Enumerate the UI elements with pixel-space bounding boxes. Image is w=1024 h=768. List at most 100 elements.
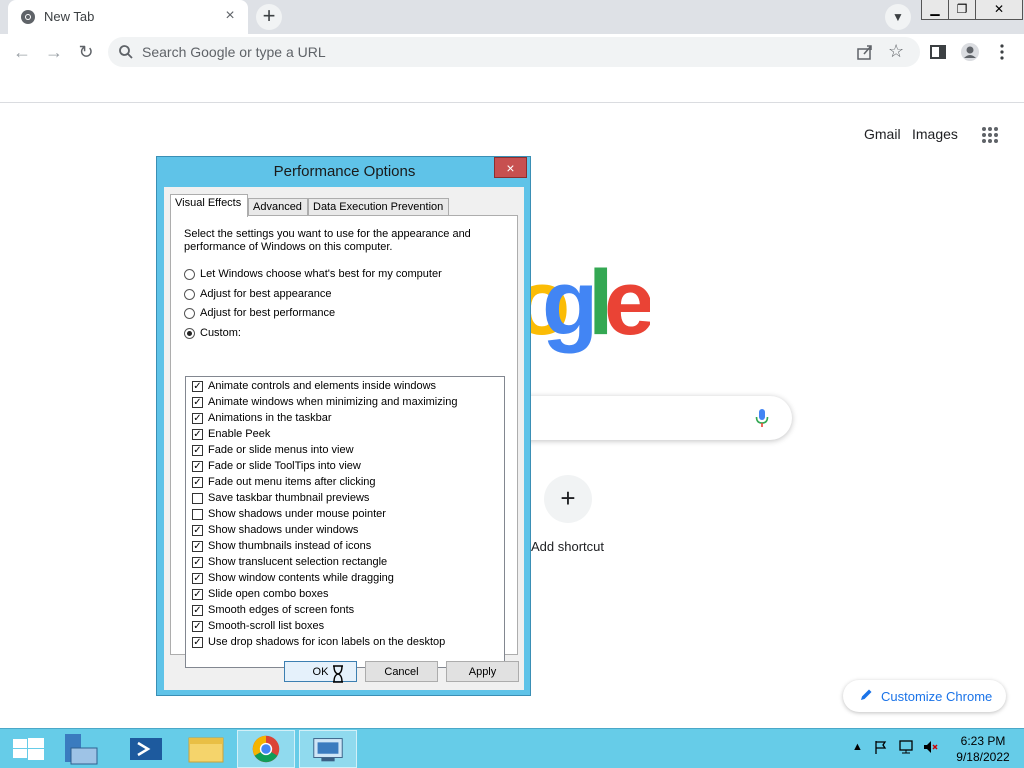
tab-close-icon[interactable]: ×: [220, 6, 240, 26]
search-icon: [119, 45, 133, 59]
add-shortcut-label: Add shortcut: [531, 539, 604, 554]
effect-label: Show thumbnails instead of icons: [208, 540, 372, 552]
effect-label: Enable Peek: [208, 428, 271, 440]
checkbox[interactable]: ✓: [192, 557, 203, 568]
apply-button[interactable]: Apply: [446, 661, 519, 682]
dialog-body: Visual Effects Advanced Data Execution P…: [164, 187, 524, 690]
clock-time: 6:23 PM: [960, 734, 1006, 748]
checkbox[interactable]: ✓: [192, 605, 203, 616]
checkbox[interactable]: ✓: [192, 413, 203, 424]
bookmark-bar: [0, 70, 1024, 103]
taskbar-clock[interactable]: 6:23 PM 9/18/2022: [948, 733, 1018, 765]
add-shortcut-button[interactable]: +: [544, 475, 592, 523]
performance-options-dialog: Performance Options × Visual Effects Adv…: [156, 156, 531, 696]
checkbox[interactable]: ✓: [192, 525, 203, 536]
microphone-icon[interactable]: [755, 408, 769, 428]
visual-effects-list[interactable]: ✓ Animate controls and elements inside wi…: [185, 376, 505, 668]
effect-label: Animations in the taskbar: [208, 412, 332, 424]
effect-label: Fade out menu items after clicking: [208, 476, 376, 488]
cancel-button[interactable]: Cancel: [365, 661, 438, 682]
radio-dot[interactable]: [184, 289, 195, 300]
settings-description: Select the settings you want to use for …: [184, 228, 471, 253]
checkbox[interactable]: ✓: [192, 589, 203, 600]
omnibox-placeholder: Search Google or type a URL: [142, 44, 326, 60]
visual-effects-panel: Select the settings you want to use for …: [170, 215, 518, 668]
images-link[interactable]: Images: [912, 126, 958, 142]
effect-label: Smooth edges of screen fonts: [208, 604, 355, 616]
checkbox[interactable]: ✓: [192, 541, 203, 552]
tab-search-chevron-icon[interactable]: ▼: [885, 4, 911, 30]
effect-label: Smooth-scroll list boxes: [208, 620, 325, 632]
pencil-icon: [861, 689, 872, 700]
browser-toolbar: ← → ↻ Search Google or type a URL ☆: [0, 34, 1024, 70]
new-tab-button[interactable]: +: [256, 4, 282, 30]
share-icon[interactable]: [856, 43, 874, 61]
checkbox[interactable]: ✓: [192, 573, 203, 584]
tab-new-tab[interactable]: New Tab ×: [8, 0, 248, 34]
effect-label: Fade or slide ToolTips into view: [208, 460, 361, 472]
tab-title: New Tab: [44, 9, 95, 24]
tab-visual-effects[interactable]: Visual Effects: [170, 194, 248, 217]
windows-start-icon[interactable]: [0, 730, 58, 768]
windows-taskbar: ▲ 6:23 PM 9/18/2022: [0, 728, 1024, 768]
server-manager-icon[interactable]: [55, 730, 113, 768]
volume-muted-icon[interactable]: [922, 739, 938, 755]
gmail-link[interactable]: Gmail: [864, 126, 901, 142]
checkbox[interactable]: ✓: [192, 637, 203, 648]
network-icon[interactable]: [898, 739, 914, 755]
radio-dot[interactable]: [184, 308, 195, 319]
checkbox[interactable]: ✓: [192, 429, 203, 440]
checkbox[interactable]: [192, 493, 203, 504]
checkbox[interactable]: ✓: [192, 621, 203, 632]
checkbox[interactable]: [192, 509, 203, 520]
effect-label: Show window contents while dragging: [208, 572, 394, 584]
minimize-button[interactable]: ▁: [921, 0, 949, 20]
ok-button[interactable]: OK: [284, 661, 357, 682]
svg-text:g: g: [542, 262, 593, 354]
customize-chrome-label: Customize Chrome: [881, 689, 993, 704]
forward-arrow-icon[interactable]: →: [40, 38, 68, 66]
show-hidden-icons-icon[interactable]: ▲: [852, 741, 863, 753]
tab-data-execution-prevention[interactable]: Data Execution Prevention: [308, 198, 449, 216]
window-close-button[interactable]: ✕: [975, 0, 1023, 20]
effect-label: Animate windows when minimizing and maxi…: [208, 396, 458, 408]
customize-chrome-button[interactable]: Customize Chrome: [843, 680, 1006, 712]
effect-label: Animate controls and elements inside win…: [208, 380, 437, 392]
busy-cursor-icon: [333, 665, 343, 683]
omnibox[interactable]: Search Google or type a URL ☆: [108, 37, 920, 67]
action-center-flag-icon[interactable]: [873, 739, 889, 755]
radio-dot[interactable]: [184, 328, 195, 339]
apps-grid-icon[interactable]: [981, 126, 999, 144]
checkbox[interactable]: ✓: [192, 445, 203, 456]
menu-kebab-icon[interactable]: [992, 42, 1012, 62]
clock-date: 9/18/2022: [956, 750, 1010, 764]
browser-titlebar: New Tab × + ▼ ▁ ❐ ✕: [0, 0, 1024, 34]
effect-label: Save taskbar thumbnail previews: [208, 492, 370, 504]
profile-avatar-icon[interactable]: [960, 42, 980, 62]
restore-button[interactable]: ❐: [948, 0, 976, 20]
checkbox[interactable]: ✓: [192, 381, 203, 392]
effect-label: Show shadows under windows: [208, 524, 359, 536]
side-panel-icon[interactable]: [928, 42, 948, 62]
effect-label: Fade or slide menus into view: [208, 444, 354, 456]
file-explorer-icon[interactable]: [177, 730, 235, 768]
powershell-icon[interactable]: [118, 730, 176, 768]
checkbox[interactable]: ✓: [192, 397, 203, 408]
effect-label: Show translucent selection rectangle: [208, 556, 388, 568]
radio-dot[interactable]: [184, 269, 195, 280]
system-properties-icon[interactable]: [299, 730, 357, 768]
chrome-taskbar-icon[interactable]: [237, 730, 295, 768]
effect-label: Slide open combo boxes: [208, 588, 329, 600]
tab-advanced[interactable]: Advanced: [248, 198, 308, 216]
checkbox[interactable]: ✓: [192, 461, 203, 472]
checkbox[interactable]: ✓: [192, 477, 203, 488]
effect-label: Show shadows under mouse pointer: [208, 508, 386, 520]
chrome-icon: [21, 10, 35, 24]
svg-text:e: e: [604, 262, 650, 354]
dialog-title: Performance Options: [273, 163, 416, 180]
bookmark-star-icon[interactable]: ☆: [888, 41, 904, 62]
reload-icon[interactable]: ↻: [72, 38, 100, 66]
dialog-close-button[interactable]: ×: [494, 157, 527, 178]
effect-label: Use drop shadows for icon labels on the …: [208, 636, 446, 648]
back-arrow-icon[interactable]: ←: [8, 38, 36, 66]
